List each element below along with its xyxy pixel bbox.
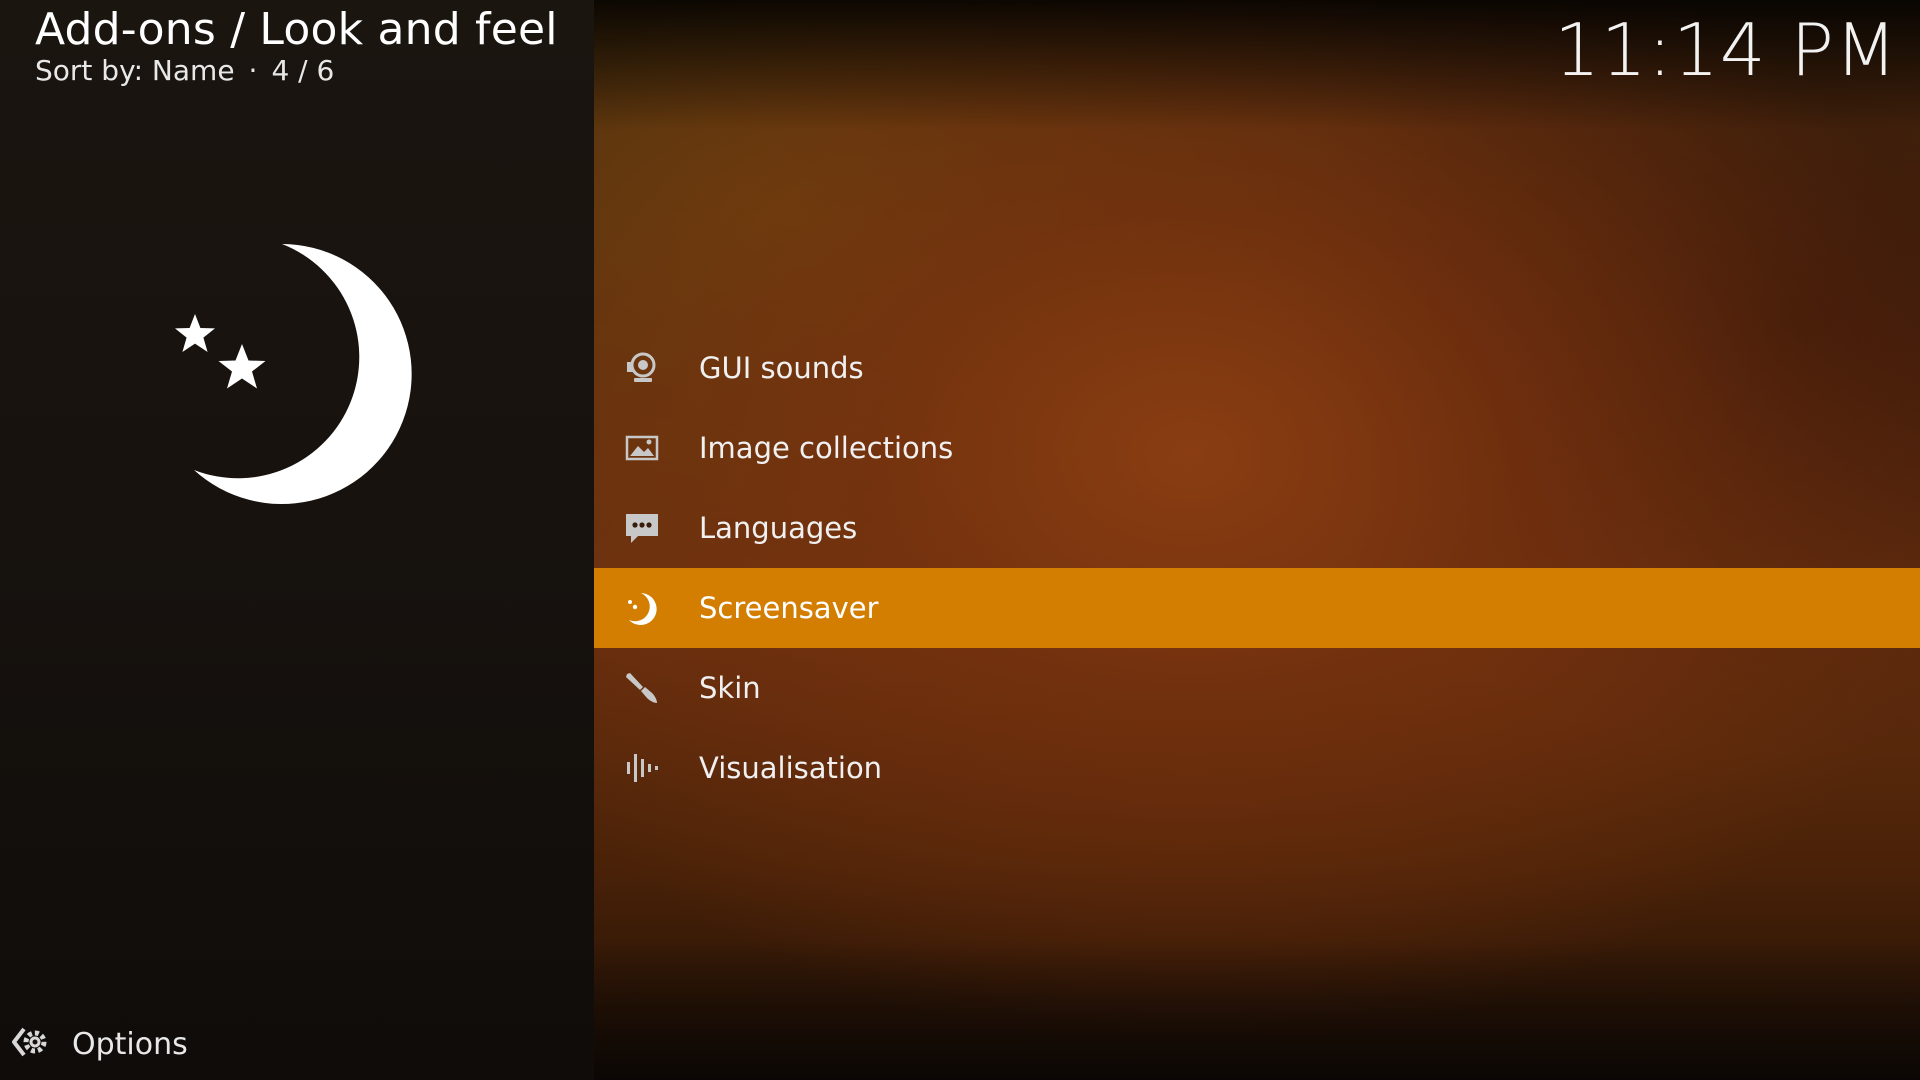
moon-icon xyxy=(624,590,660,626)
list-item-visualisation[interactable]: Visualisation xyxy=(594,728,1920,808)
speaker-icon xyxy=(624,350,660,386)
list-item-skin[interactable]: Skin xyxy=(594,648,1920,728)
options-button[interactable]: Options xyxy=(12,1024,188,1064)
chat-bubble-icon xyxy=(624,510,660,546)
item-position: 4 / 6 xyxy=(271,54,335,87)
image-icon xyxy=(624,430,660,466)
addon-category-list: GUI sounds Image collections Languages S… xyxy=(594,328,1920,808)
sort-label[interactable]: Sort by: Name xyxy=(35,54,235,87)
list-item-label: Visualisation xyxy=(699,751,883,785)
separator: · xyxy=(248,54,258,87)
options-label: Options xyxy=(72,1026,188,1062)
list-item-label: Screensaver xyxy=(699,591,879,625)
clock: 11:14 PM xyxy=(1554,8,1898,92)
list-item-label: Image collections xyxy=(699,431,954,465)
info-panel xyxy=(0,0,594,1080)
sort-info: Sort by: Name · 4 / 6 xyxy=(35,54,334,87)
list-item-label: Languages xyxy=(699,511,858,545)
list-item-languages[interactable]: Languages xyxy=(594,488,1920,568)
list-item-label: Skin xyxy=(699,671,761,705)
moon-stars-icon xyxy=(170,240,430,510)
options-gear-icon xyxy=(12,1024,48,1064)
brush-icon xyxy=(624,670,660,706)
kodi-addons-window: Add-ons / Look and feel Sort by: Name · 4 … xyxy=(0,0,1920,1080)
list-item-screensaver[interactable]: Screensaver xyxy=(594,568,1920,648)
audio-bars-icon xyxy=(624,750,660,786)
list-item-image-collections[interactable]: Image collections xyxy=(594,408,1920,488)
list-item-gui-sounds[interactable]: GUI sounds xyxy=(594,328,1920,408)
list-item-label: GUI sounds xyxy=(699,351,864,385)
page-title: Add-ons / Look and feel xyxy=(35,4,558,55)
